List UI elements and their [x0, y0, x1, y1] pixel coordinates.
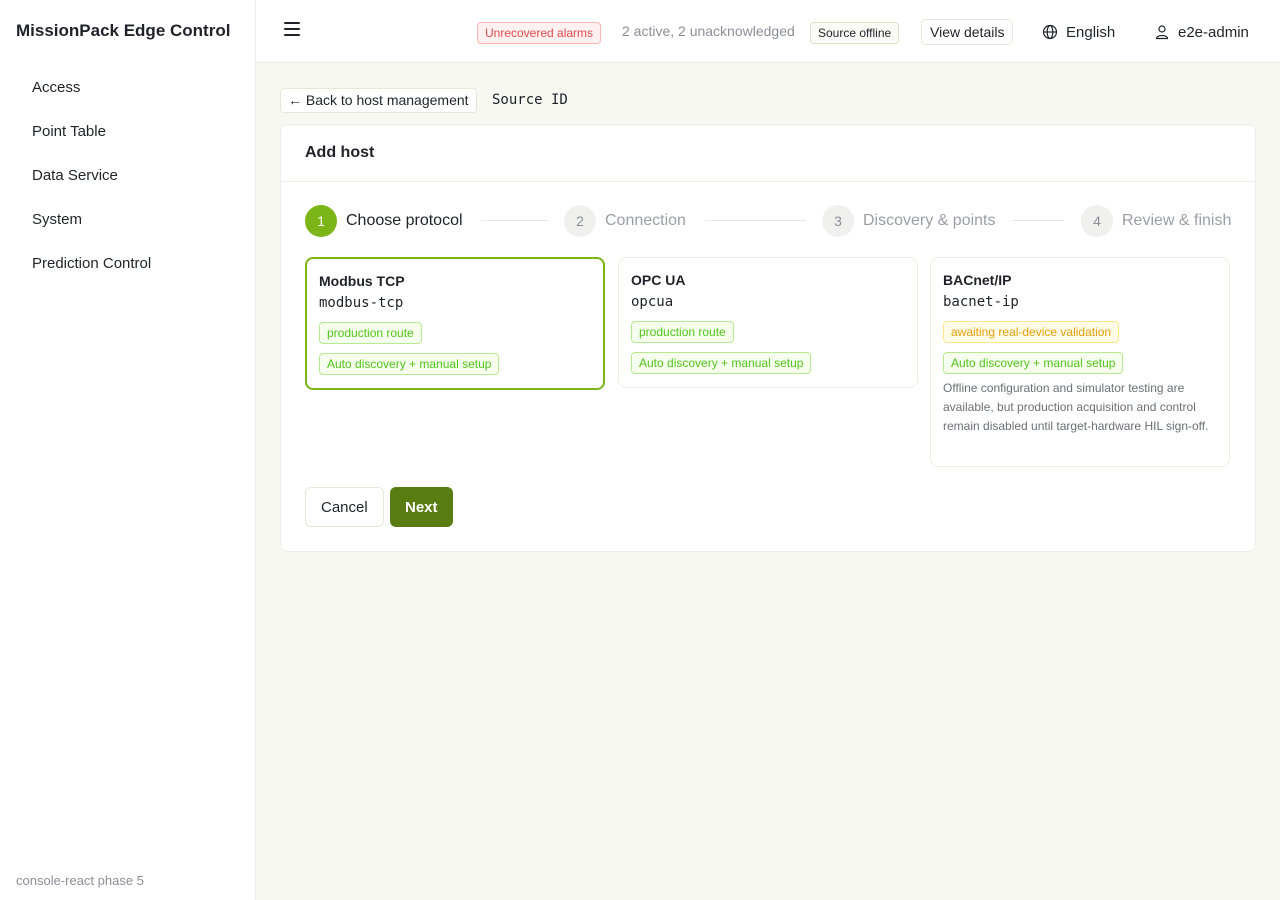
protocol-name: Modbus TCP	[319, 273, 405, 289]
user-icon	[1155, 25, 1169, 40]
sidebar: MissionPack Edge Control Access Point Ta…	[0, 0, 256, 900]
protocol-name: OPC UA	[631, 272, 686, 288]
version-footnote: console-react phase 5	[16, 873, 144, 888]
protocol-code: bacnet-ip	[943, 294, 1019, 310]
step-number: 1	[305, 205, 337, 237]
step-discovery-points: 3 Discovery & points	[822, 205, 996, 237]
back-to-host-management-button[interactable]: ← Back to host management	[280, 88, 477, 113]
step-label: Discovery & points	[863, 212, 996, 229]
protocol-code: opcua	[631, 294, 674, 310]
step-number: 4	[1081, 205, 1113, 237]
step-choose-protocol: 1 Choose protocol	[305, 205, 463, 237]
step-label: Choose protocol	[346, 212, 463, 229]
next-button[interactable]: Next	[390, 487, 453, 527]
source-status-badge: Source offline	[810, 22, 900, 44]
globe-icon	[1042, 24, 1058, 40]
mode-tag: Auto discovery + manual setup	[319, 353, 500, 375]
step-connector	[705, 220, 806, 221]
cancel-button[interactable]: Cancel	[305, 487, 384, 527]
protocol-code: modbus-tcp	[319, 295, 404, 311]
mode-tag: Auto discovery + manual setup	[631, 352, 812, 374]
step-connection: 2 Connection	[564, 205, 686, 237]
mode-tag: Auto discovery + manual setup	[943, 352, 1124, 374]
sidebar-item-access[interactable]: Access	[0, 66, 255, 110]
language-selector[interactable]: English	[1042, 21, 1115, 43]
protocol-note: Offline configuration and simulator test…	[943, 381, 1209, 433]
app-title: MissionPack Edge Control	[16, 21, 231, 40]
step-connector	[481, 220, 548, 221]
protocol-card-opc-ua[interactable]: OPC UA opcua production route Auto disco…	[618, 257, 918, 388]
user-name: e2e-admin	[1178, 23, 1249, 41]
alarm-summary-text: 2 active, 2 unacknowledged	[622, 23, 795, 39]
sidebar-item-system[interactable]: System	[0, 198, 255, 242]
sidebar-nav: Access Point Table Data Service System P…	[0, 66, 255, 286]
protocol-card-modbus-tcp[interactable]: Modbus TCP modbus-tcp production route A…	[305, 257, 605, 390]
card-title: Add host	[281, 125, 1255, 182]
sidebar-item-point-table[interactable]: Point Table	[0, 110, 255, 154]
user-menu[interactable]: e2e-admin	[1154, 21, 1249, 43]
sidebar-item-prediction-control[interactable]: Prediction Control	[0, 242, 255, 286]
step-review-finish: 4 Review & finish	[1081, 205, 1231, 237]
route-tag: awaiting real-device validation	[943, 321, 1120, 343]
step-label: Review & finish	[1122, 212, 1232, 229]
language-label: English	[1066, 23, 1116, 41]
hamburger-menu-icon[interactable]	[284, 22, 300, 40]
protocol-name: BACnet/IP	[943, 272, 1012, 288]
route-tag: production route	[319, 322, 422, 344]
protocol-card-bacnet-ip[interactable]: BACnet/IP bacnet-ip awaiting real-device…	[930, 257, 1230, 467]
unrecovered-alarms-badge[interactable]: Unrecovered alarms	[477, 22, 602, 44]
source-id-label: Source ID	[492, 92, 568, 108]
step-number: 3	[822, 205, 854, 237]
add-host-card: Add host 1 Choose protocol 2 Connection …	[280, 124, 1256, 552]
view-details-button[interactable]: View details	[921, 19, 1014, 45]
sidebar-item-data-service[interactable]: Data Service	[0, 154, 255, 198]
step-number: 2	[564, 205, 596, 237]
route-tag: production route	[631, 321, 734, 343]
step-connector	[1013, 220, 1064, 221]
top-bar: Unrecovered alarms 2 active, 2 unacknowl…	[256, 0, 1280, 63]
step-label: Connection	[605, 212, 686, 229]
